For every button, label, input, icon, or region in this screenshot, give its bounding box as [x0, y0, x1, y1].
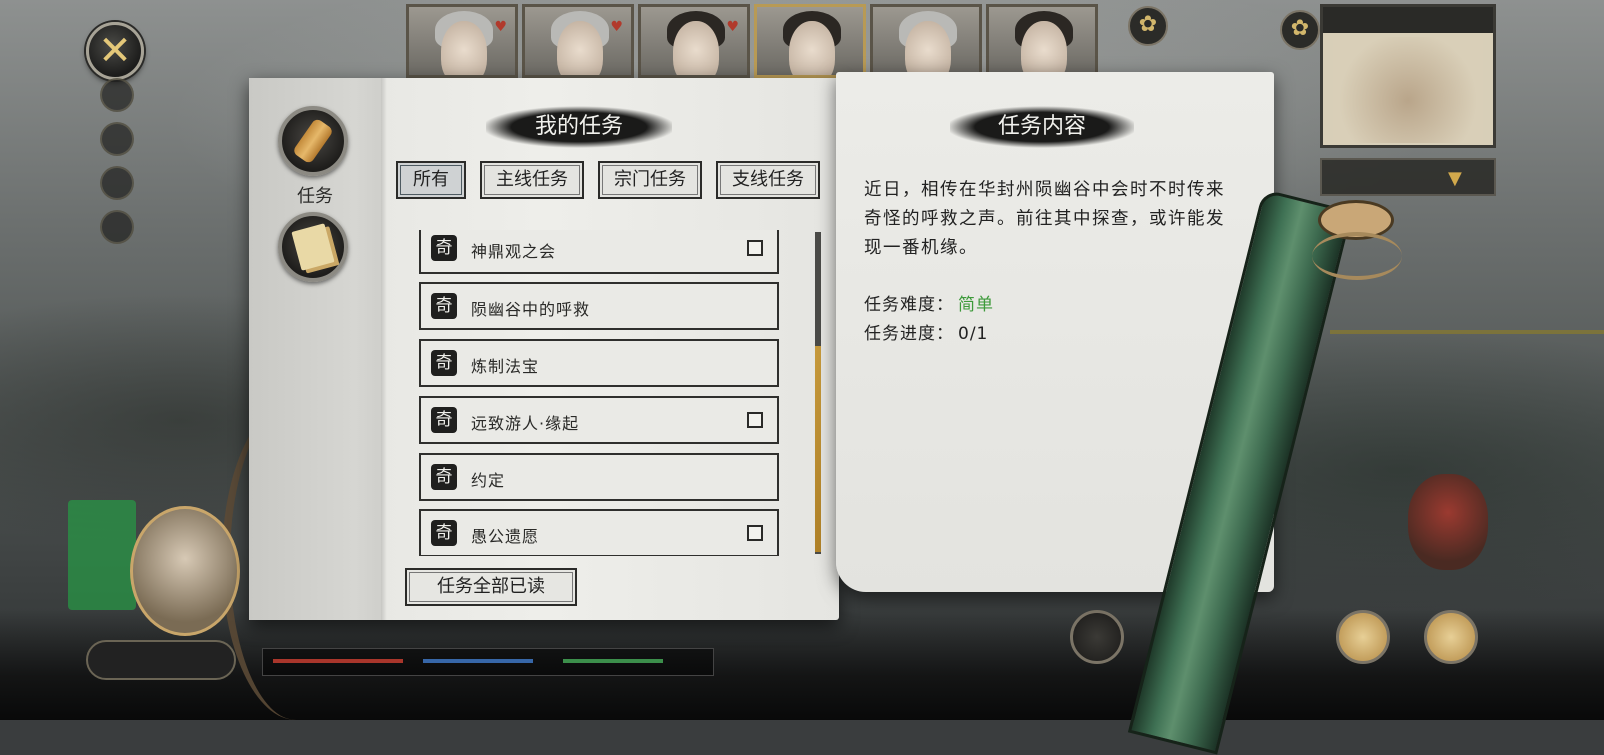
portrait-6[interactable]	[986, 4, 1098, 78]
portrait-2[interactable]: ♥	[522, 4, 634, 78]
portrait-5[interactable]	[870, 4, 982, 78]
quest-item[interactable]: 奇 愚公遗愿	[419, 509, 779, 556]
quest-tracker-toggle[interactable]: ▼	[1320, 158, 1496, 196]
scroll-icon	[291, 117, 335, 165]
quest-type-badge: 奇	[431, 350, 457, 376]
letter-icon	[291, 223, 335, 271]
status-effects	[68, 500, 136, 610]
portrait-3[interactable]: ♥	[638, 4, 750, 78]
compass-icon[interactable]: ✿	[1280, 10, 1320, 50]
quest-item[interactable]: 奇 约定	[419, 453, 779, 501]
quest-checkbox[interactable]	[747, 412, 763, 428]
mana-bar	[423, 659, 533, 663]
quest-type-badge: 奇	[431, 293, 457, 319]
quest-category-button[interactable]	[278, 106, 348, 176]
quest-title: 远致游人·缘起	[471, 414, 580, 433]
player-avatar[interactable]	[130, 506, 240, 636]
quest-title: 陨幽谷中的呼救	[471, 300, 591, 319]
quest-category-label: 任务	[297, 186, 333, 207]
quest-title: 炼制法宝	[471, 357, 540, 376]
tab-sect-quests[interactable]: 宗门任务	[598, 161, 702, 199]
stat-bars	[262, 648, 714, 676]
close-icon: ✕	[98, 28, 132, 74]
progress-label: 任务进度：	[864, 324, 954, 344]
difficulty-value: 简单	[958, 295, 994, 315]
tab-all[interactable]: 所有	[396, 161, 466, 199]
npc-figure[interactable]	[1408, 474, 1488, 570]
bamboo-rope	[1312, 232, 1402, 280]
portrait-4[interactable]	[754, 4, 866, 78]
bottom-menu-button-3[interactable]	[1336, 610, 1390, 664]
settings-icon[interactable]: ✿	[1128, 6, 1168, 46]
quest-item-selected[interactable]: 奇 陨幽谷中的呼救	[419, 282, 779, 330]
close-button[interactable]: ✕	[86, 22, 144, 80]
quest-type-badge: 奇	[431, 407, 457, 433]
quest-type-badge: 奇	[431, 464, 457, 490]
progress-value: 0/1	[958, 324, 989, 344]
tab-main-quests[interactable]: 主线任务	[480, 161, 584, 199]
heart-icon: ♥	[726, 19, 739, 35]
bottom-menu-button-4[interactable]	[1424, 610, 1478, 664]
quest-description: 近日，相传在华封州陨幽谷中会时不时传来奇怪的呼救之声。前往其中探查，或许能发现一…	[864, 180, 1225, 258]
bottom-menu-button-1[interactable]	[1070, 610, 1124, 664]
quest-item[interactable]: 奇 炼制法宝	[419, 339, 779, 387]
left-rail	[100, 78, 134, 254]
difficulty-row: 任务难度： 简单	[864, 290, 994, 315]
portrait-1[interactable]: ♥	[406, 4, 518, 78]
minimap[interactable]	[1320, 4, 1496, 148]
quest-item[interactable]: 奇 远致游人·缘起	[419, 396, 779, 444]
player-name-plate	[86, 640, 236, 680]
quest-detail-title: 任务内容	[944, 106, 1140, 148]
map-route-line	[1330, 330, 1604, 334]
progress-row: 任务进度： 0/1	[864, 319, 988, 344]
minimap-view	[1333, 37, 1483, 143]
letters-category-button[interactable]	[278, 212, 348, 282]
quest-checkbox[interactable]	[747, 525, 763, 541]
quest-checkbox[interactable]	[747, 240, 763, 256]
quest-type-badge: 奇	[431, 520, 457, 546]
quest-type-badge: 奇	[431, 235, 457, 261]
difficulty-label: 任务难度：	[864, 295, 954, 315]
quest-list: 奇 神鼎观之会 奇 陨幽谷中的呼救 奇 炼制法宝 奇 远致游人·缘起 奇 约定 …	[419, 230, 779, 556]
party-portraits: ♥ ♥ ♥	[406, 4, 1098, 78]
quest-panel-title: 我的任务	[480, 106, 678, 148]
heart-icon: ♥	[610, 19, 623, 35]
quest-item[interactable]: 奇 神鼎观之会	[419, 230, 779, 274]
heart-icon: ♥	[494, 19, 507, 35]
stamina-bar	[563, 659, 663, 663]
quest-list-scroll-thumb[interactable]	[815, 346, 821, 552]
quest-title: 愚公遗愿	[471, 527, 540, 546]
quest-title: 约定	[471, 471, 506, 490]
health-bar	[273, 659, 403, 663]
mark-all-read-button[interactable]: 任务全部已读	[405, 568, 577, 606]
quest-title: 神鼎观之会	[471, 242, 557, 261]
tab-side-quests[interactable]: 支线任务	[716, 161, 820, 199]
triangle-down-icon: ▼	[1448, 168, 1462, 189]
